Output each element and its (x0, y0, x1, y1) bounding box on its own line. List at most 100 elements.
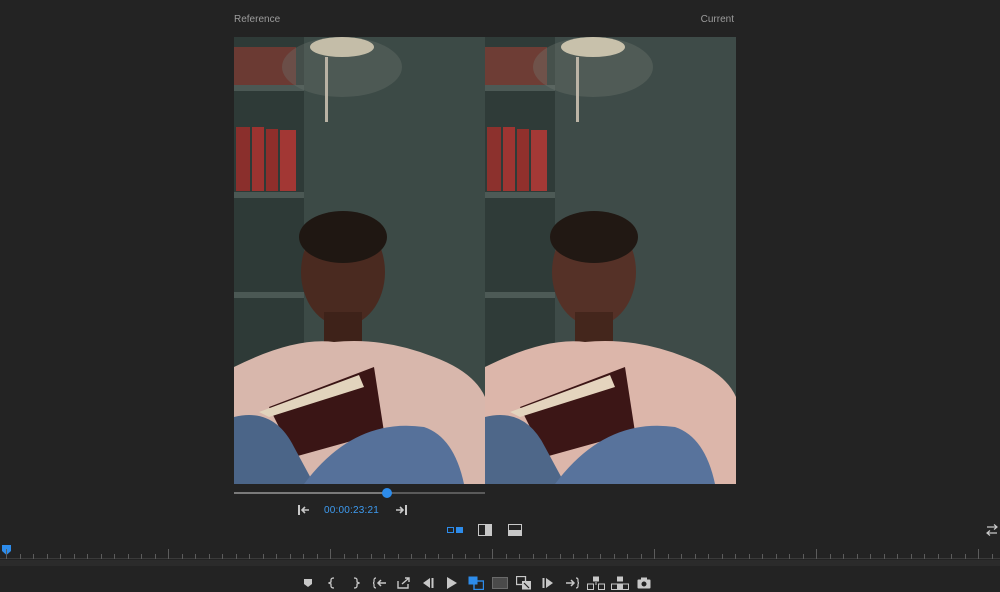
current-label: Current (700, 14, 734, 25)
swap-icon[interactable] (984, 523, 1000, 537)
ruler-tick (573, 554, 574, 559)
ruler-tick (614, 554, 615, 559)
ruler-tick (762, 554, 763, 559)
ruler-tick (965, 554, 966, 559)
ruler-tick (344, 554, 345, 559)
ruler-tick (816, 549, 817, 559)
ruler-tick (938, 554, 939, 559)
ruler-tick (897, 554, 898, 559)
ruler-tick (357, 554, 358, 559)
vertical-split-icon[interactable] (477, 523, 493, 537)
ruler-tick (182, 554, 183, 559)
ruler-tick (276, 554, 277, 559)
scrub-handle[interactable] (382, 488, 393, 498)
lift-export-icon[interactable] (392, 575, 416, 591)
time-ruler[interactable] (0, 545, 1000, 559)
ruler-tick (47, 554, 48, 559)
ruler-tick (74, 554, 75, 559)
ruler-tick (141, 554, 142, 559)
ruler-tick (209, 554, 210, 559)
ruler-tick (735, 554, 736, 559)
play-icon[interactable] (440, 575, 464, 591)
reference-timecode-wrap: 00:00:23:21 (324, 503, 379, 517)
ruler-tick (249, 554, 250, 559)
ruler-tick (479, 554, 480, 559)
ruler-tick (830, 554, 831, 559)
ruler-tick (303, 554, 304, 559)
ruler-tick (195, 554, 196, 559)
ruler-tick (776, 554, 777, 559)
ruler-tick (978, 549, 979, 559)
ruler-tick (951, 554, 952, 559)
ruler-tick (600, 554, 601, 559)
add-marker-icon[interactable] (296, 575, 320, 591)
go-to-in-icon[interactable] (368, 575, 392, 591)
go-to-next-edit-icon[interactable] (393, 503, 409, 517)
ruler-tick (222, 554, 223, 559)
ruler-tick (668, 554, 669, 559)
step-forward-icon[interactable] (536, 575, 560, 591)
ruler-tick (546, 554, 547, 559)
ruler-tick (870, 554, 871, 559)
ruler-tick (384, 554, 385, 559)
timeline-track[interactable] (0, 560, 1000, 566)
reference-controls (296, 503, 312, 517)
ruler-tick (290, 554, 291, 559)
ruler-tick (857, 554, 858, 559)
mark-in-icon[interactable] (320, 575, 344, 591)
horizontal-split-icon[interactable] (507, 523, 523, 537)
ruler-tick (843, 554, 844, 559)
scrub-progress (234, 492, 388, 494)
ruler-tick (20, 554, 21, 559)
insert-icon[interactable] (584, 575, 608, 591)
reference-timecode[interactable]: 00:00:23:21 (324, 505, 379, 516)
ruler-tick (168, 549, 169, 559)
ruler-tick (884, 554, 885, 559)
ruler-tick (911, 554, 912, 559)
view-mode-toggle (447, 523, 523, 537)
ruler-tick (560, 554, 561, 559)
ruler-tick (708, 554, 709, 559)
ruler-tick (681, 554, 682, 559)
ruler-tick (425, 554, 426, 559)
current-frame (485, 37, 736, 484)
ruler-tick (519, 554, 520, 559)
step-back-icon[interactable] (416, 575, 440, 591)
mark-out-icon[interactable] (344, 575, 368, 591)
ruler-tick (789, 554, 790, 559)
ruler-tick (452, 554, 453, 559)
ruler-tick (60, 554, 61, 559)
ruler-tick (587, 554, 588, 559)
safe-margins-icon[interactable] (488, 575, 512, 591)
reference-frame (234, 37, 485, 484)
ruler-tick (654, 549, 655, 559)
ruler-tick (263, 554, 264, 559)
transport-controls (296, 575, 656, 591)
ruler-tick (33, 554, 34, 559)
ruler-tick (695, 554, 696, 559)
ruler-tick (533, 554, 534, 559)
ruler-tick (87, 554, 88, 559)
side-by-side-icon[interactable] (447, 523, 463, 537)
ruler-tick (465, 554, 466, 559)
ruler-tick (492, 549, 493, 559)
ruler-tick (330, 549, 331, 559)
comparison-view-icon[interactable] (464, 575, 488, 591)
export-frame-icon[interactable] (632, 575, 656, 591)
overwrite-icon[interactable] (608, 575, 632, 591)
ruler-baseline (0, 558, 1000, 559)
ruler-tick (803, 554, 804, 559)
lumetri-compare-icon[interactable] (512, 575, 536, 591)
go-to-previous-edit-icon[interactable] (296, 503, 312, 517)
ruler-tick (6, 549, 7, 559)
ruler-tick (236, 554, 237, 559)
ruler-tick (506, 554, 507, 559)
reference-label: Reference (234, 14, 281, 25)
ruler-tick (155, 554, 156, 559)
ruler-tick (317, 554, 318, 559)
ruler-tick (398, 554, 399, 559)
reference-scrub-bar[interactable] (234, 488, 485, 498)
go-to-out-icon[interactable] (560, 575, 584, 591)
ruler-tick (627, 554, 628, 559)
ruler-tick (101, 554, 102, 559)
